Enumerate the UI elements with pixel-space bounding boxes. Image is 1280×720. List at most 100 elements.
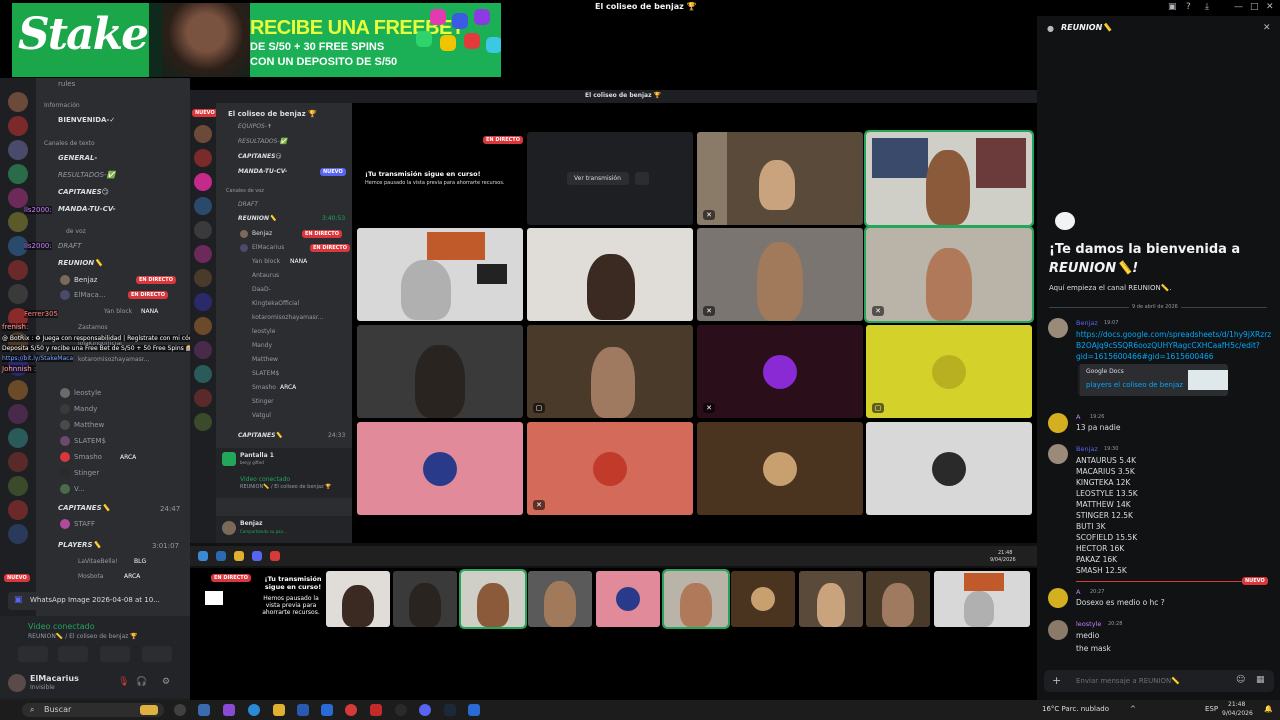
weather-widget[interactable]: 16°C Parc. nublado — [1042, 705, 1109, 713]
task-view-icon[interactable] — [174, 704, 186, 716]
server-icon[interactable] — [194, 389, 212, 407]
message-link[interactable]: gid=1615600466#gid=1615600466 — [1076, 351, 1214, 362]
message-author[interactable]: A — [1076, 588, 1080, 596]
voice-channel-draft[interactable]: DRAFT — [238, 201, 258, 208]
app-icon[interactable] — [395, 704, 407, 716]
channel-bienvenida[interactable]: BIENVENIDA-✓ — [58, 116, 115, 124]
settings-gear-icon[interactable]: ⚙ — [162, 677, 170, 687]
video-tile-avatar[interactable] — [866, 422, 1032, 515]
mail-icon[interactable] — [321, 704, 333, 716]
chrome-icon[interactable] — [270, 551, 280, 561]
server-icon[interactable] — [8, 380, 28, 400]
channel-item[interactable]: CAPITANES😏 — [238, 153, 282, 160]
discord-icon[interactable] — [252, 551, 262, 561]
channel-item[interactable]: RESULTADOS-✅ — [238, 138, 287, 145]
server-icon[interactable] — [194, 173, 212, 191]
video-tile[interactable] — [527, 228, 693, 321]
video-tile[interactable] — [357, 228, 523, 321]
avatar[interactable] — [1048, 620, 1068, 640]
channel-general[interactable]: GENERAL- — [58, 154, 97, 162]
add-attachment-icon[interactable]: + — [1052, 674, 1061, 687]
video-tile-speaking[interactable] — [864, 130, 1034, 227]
video-tile-avatar[interactable]: ▢ — [866, 325, 1032, 418]
voice-member[interactable]: Matthew — [74, 421, 104, 429]
voice-member[interactable]: kotaromisozhayamasr... — [252, 314, 323, 321]
headphones-icon[interactable]: 🎧 — [136, 677, 147, 687]
server-icon[interactable] — [194, 269, 212, 287]
voice-member[interactable]: Smasho — [74, 453, 102, 461]
message-input-placeholder[interactable]: Enviar mensaje a REUNION📏 — [1076, 677, 1180, 685]
server-icon[interactable] — [194, 197, 212, 215]
message-author[interactable]: A — [1076, 413, 1080, 421]
voice-member[interactable]: SLATEM$ — [252, 370, 279, 377]
channel-item[interactable]: EQUIPOS-✝ — [238, 123, 272, 130]
store-icon[interactable] — [297, 704, 309, 716]
language-indicator[interactable]: ESP — [1205, 705, 1218, 713]
avatar[interactable] — [222, 521, 236, 535]
voice-member[interactable]: Antaurus — [252, 272, 279, 279]
video-tile-avatar[interactable]: ✕ — [697, 325, 863, 418]
server-icon[interactable] — [8, 452, 28, 472]
download-icon[interactable]: ⤓ — [1205, 2, 1209, 12]
notification-bell-icon[interactable]: 🔔 — [1264, 705, 1273, 713]
strip-thumb[interactable] — [596, 571, 660, 627]
channel-rules[interactable]: rules — [58, 80, 75, 88]
message-author[interactable]: Benjaz — [1076, 445, 1098, 453]
popout-icon[interactable] — [635, 172, 649, 185]
server-icon[interactable] — [194, 341, 212, 359]
help-icon[interactable]: ? — [1186, 2, 1191, 12]
channel-item[interactable]: MANDA-TU-CV- — [238, 168, 287, 175]
strip-thumb[interactable] — [799, 571, 863, 627]
avatar[interactable] — [1048, 444, 1068, 464]
strip-thumb-paused[interactable]: EN DIRECTO — [193, 571, 255, 627]
voice-channel-capitanes[interactable]: CAPITANES📏 — [238, 432, 283, 439]
app-icon[interactable] — [370, 704, 382, 716]
windows-start-icon[interactable] — [198, 551, 208, 561]
link-embed[interactable]: Google Docs players el coliseo de benjaz — [1078, 364, 1228, 396]
message-link[interactable]: B2OAJq9cSSQR6oozQUHYRagcCXHCaafH5c/edit? — [1076, 340, 1260, 351]
voice-member[interactable]: leostyle — [252, 328, 275, 335]
video-tile[interactable]: ✕ — [697, 228, 863, 321]
voice-member[interactable]: KingtekaOfficial — [252, 300, 299, 307]
minimize-button[interactable]: — — [1234, 2, 1243, 12]
folder-icon[interactable] — [234, 551, 244, 561]
channel-capitanes[interactable]: CAPITANES😏 — [58, 188, 109, 196]
whatsapp-attachment[interactable]: ▣ WhatsApp Image 2026-04-08 at 10... — [8, 592, 184, 610]
voice-member[interactable]: DaaD- — [252, 286, 271, 293]
server-icon[interactable] — [194, 293, 212, 311]
message-author[interactable]: leostyle — [1076, 620, 1101, 628]
voice-member[interactable]: Matthew — [252, 356, 278, 363]
strip-thumb[interactable] — [459, 569, 527, 629]
category-text[interactable]: Canales de texto — [44, 140, 95, 147]
video-tile-avatar[interactable] — [357, 422, 523, 515]
strip-thumb[interactable] — [662, 569, 730, 629]
camera-button[interactable] — [18, 646, 48, 662]
widgets-icon[interactable] — [198, 704, 210, 716]
server-icon[interactable] — [8, 500, 28, 520]
strip-thumb[interactable] — [866, 571, 930, 627]
edge-icon[interactable] — [216, 551, 226, 561]
server-name[interactable]: El coliseo de benjaz 🏆 — [228, 110, 317, 118]
stake-banner[interactable]: Stake RECIBE UNA FREEBET DE S/50 + 30 FR… — [12, 3, 501, 77]
server-icon[interactable] — [8, 524, 28, 544]
voice-member[interactable]: V... — [74, 485, 85, 493]
apps-icon[interactable]: ▦ — [1256, 675, 1265, 685]
clock-time[interactable]: 21:48 — [1228, 701, 1245, 708]
message-link[interactable]: https://docs.google.com/spreadsheets/d/1… — [1076, 329, 1271, 340]
activities-button[interactable] — [100, 646, 130, 662]
voice-member[interactable]: Mosbota — [78, 573, 103, 580]
server-icon[interactable] — [194, 413, 212, 431]
emoji-icon[interactable]: ☺ — [1236, 675, 1245, 685]
chrome-icon[interactable] — [345, 704, 357, 716]
video-tile-paused[interactable]: EN DIRECTO ¡Tu transmisión sigue en curs… — [357, 132, 523, 225]
voice-member[interactable]: Yan block — [252, 258, 280, 265]
soundboard-button[interactable] — [142, 646, 172, 662]
server-icon[interactable] — [194, 125, 212, 143]
video-tile-avatar[interactable]: ✕ — [527, 422, 693, 515]
video-tile[interactable]: ✕ — [697, 132, 863, 225]
message-author[interactable]: Benjaz — [1076, 319, 1098, 327]
strip-thumb[interactable] — [731, 571, 795, 627]
voice-member[interactable]: LaVitaeBella! — [78, 558, 118, 565]
voice-member[interactable]: Mandy — [252, 342, 272, 349]
avatar[interactable] — [8, 674, 26, 692]
